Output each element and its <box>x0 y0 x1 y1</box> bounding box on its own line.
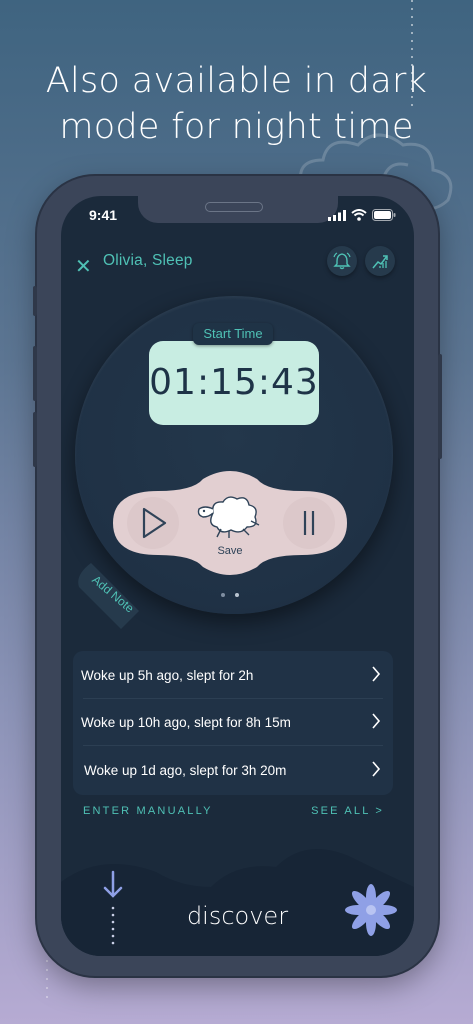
page-indicator <box>221 593 239 597</box>
side-button-mute <box>33 286 37 316</box>
wifi-icon <box>351 209 367 221</box>
timer-controls: Save <box>113 469 347 577</box>
alarm-button[interactable] <box>327 246 357 276</box>
start-time-button[interactable]: Start Time <box>193 323 273 345</box>
side-button-volume-down <box>33 412 37 467</box>
battery-icon <box>372 209 396 221</box>
status-icons <box>328 209 396 221</box>
list-item[interactable]: Woke up 10h ago, slept for 8h 15m <box>73 699 393 745</box>
page-title: Olivia, Sleep <box>103 252 193 269</box>
side-button-power <box>438 354 442 459</box>
enter-manually-link[interactable]: ENTER MANUALLY <box>83 805 213 817</box>
page-dot-1[interactable] <box>221 593 225 597</box>
add-note-button[interactable]: Add Note <box>78 563 139 629</box>
stats-button[interactable] <box>365 246 395 276</box>
history-item-text: Woke up 10h ago, slept for 8h 15m <box>81 714 291 730</box>
history-item-text: Woke up 1d ago, slept for 3h 20m <box>84 762 287 778</box>
phone-notch <box>138 196 338 223</box>
discover-section[interactable]: discover <box>61 842 414 956</box>
status-time: 9:41 <box>89 207 118 223</box>
save-label[interactable]: Save <box>193 545 267 557</box>
flower-icon <box>345 884 397 936</box>
close-icon[interactable]: ✕ <box>75 254 92 279</box>
phone-frame: 9:41 ✕ Olivia, Sleep 01:15:43 Start Time… <box>33 176 442 976</box>
list-item[interactable]: Woke up 5h ago, slept for 2h <box>73 652 393 698</box>
see-all-link[interactable]: SEE ALL > <box>311 805 384 817</box>
pause-icon[interactable] <box>299 508 319 538</box>
headline-line-1: Also available in dark <box>45 61 428 101</box>
divider <box>83 745 383 746</box>
speaker-grill <box>205 202 263 212</box>
timer-display: 01:15:43 <box>149 341 319 425</box>
alarm-bell-icon <box>333 252 351 270</box>
chevron-right-icon <box>372 761 381 777</box>
chevron-right-icon <box>372 713 381 729</box>
chevron-right-icon <box>372 666 381 682</box>
play-icon[interactable] <box>139 506 169 540</box>
page-dot-2[interactable] <box>235 593 239 597</box>
sheep-save-icon[interactable] <box>193 491 267 541</box>
side-button-volume-up <box>33 346 37 401</box>
sleep-history-list: Woke up 5h ago, slept for 2h Woke up 10h… <box>73 651 393 795</box>
app-screen: 9:41 ✕ Olivia, Sleep 01:15:43 Start Time… <box>61 196 414 956</box>
list-actions: ENTER MANUALLY SEE ALL > <box>61 805 414 823</box>
app-header: ✕ Olivia, Sleep <box>61 246 414 286</box>
signal-icon <box>328 209 346 221</box>
list-item[interactable]: Woke up 1d ago, slept for 3h 20m <box>73 747 393 793</box>
history-item-text: Woke up 5h ago, slept for 2h <box>81 667 254 683</box>
trend-chart-icon <box>372 255 388 269</box>
